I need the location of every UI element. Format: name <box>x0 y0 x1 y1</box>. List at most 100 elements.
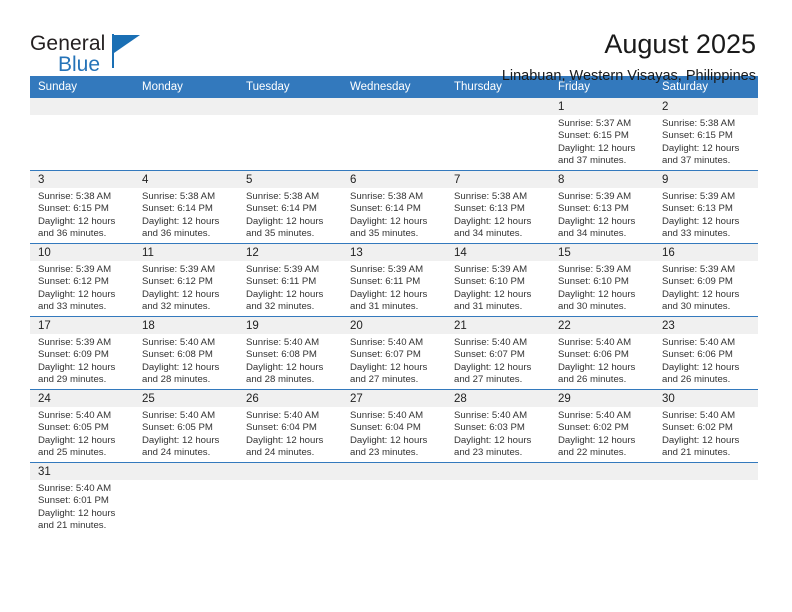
calendar-day-cell[interactable]: 10 Sunrise: 5:39 AM Sunset: 6:12 PM Dayligh… <box>30 243 134 317</box>
calendar-day-cell[interactable]: 16 Sunrise: 5:39 AM Sunset: 6:09 PM Dayligh… <box>654 243 758 317</box>
calendar-day-cell[interactable]: 4 Sunrise: 5:38 AM Sunset: 6:14 PM Daylight… <box>134 170 238 244</box>
day-number-band <box>238 463 342 480</box>
day-details: Sunrise: 5:40 AM Sunset: 6:02 PM Daylight:… <box>654 407 758 459</box>
day-number: 8 <box>550 171 654 188</box>
day-details: Sunrise: 5:38 AM Sunset: 6:15 PM Daylight:… <box>30 188 134 240</box>
calendar-day-cell[interactable]: 12 Sunrise: 5:39 AM Sunset: 6:11 PM Dayligh… <box>238 243 342 317</box>
sunrise-text: Sunrise: 5:39 AM <box>662 264 736 275</box>
sunset-text: Sunset: 6:12 PM <box>38 276 109 288</box>
day-details: Sunrise: 5:40 AM Sunset: 6:04 PM Daylight:… <box>342 407 446 459</box>
calendar-day-cell[interactable]: 6 Sunrise: 5:38 AM Sunset: 6:14 PM Daylight… <box>342 170 446 244</box>
daylight-text-line1: Daylight: 12 hours <box>662 142 740 154</box>
daylight-text-line2: and 34 minutes. <box>454 227 523 239</box>
day-number: 19 <box>238 317 342 334</box>
calendar-day-cell-empty <box>238 98 342 171</box>
sunrise-text: Sunrise: 5:40 AM <box>246 410 320 421</box>
sunrise-text: Sunrise: 5:40 AM <box>454 337 528 348</box>
daylight-text-line2: and 25 minutes. <box>38 446 107 458</box>
day-number-band <box>342 463 446 480</box>
calendar-day-cell[interactable]: 21 Sunrise: 5:40 AM Sunset: 6:07 PM Dayligh… <box>446 316 550 390</box>
day-number: 13 <box>342 244 446 261</box>
calendar-day-cell[interactable]: 19 Sunrise: 5:40 AM Sunset: 6:08 PM Dayligh… <box>238 316 342 390</box>
calendar-day-cell[interactable]: 17 Sunrise: 5:39 AM Sunset: 6:09 PM Dayligh… <box>30 316 134 390</box>
day-details: Sunrise: 5:40 AM Sunset: 6:08 PM Daylight:… <box>238 334 342 386</box>
day-number: 6 <box>342 171 446 188</box>
calendar-day-cell[interactable]: 22 Sunrise: 5:40 AM Sunset: 6:06 PM Dayligh… <box>550 316 654 390</box>
calendar-day-cell[interactable]: 26 Sunrise: 5:40 AM Sunset: 6:04 PM Dayligh… <box>238 389 342 463</box>
brand-name-blue: Blue <box>58 53 101 76</box>
calendar-day-cell[interactable]: 3 Sunrise: 5:38 AM Sunset: 6:15 PM Daylight… <box>30 170 134 244</box>
calendar-day-cell[interactable]: 18 Sunrise: 5:40 AM Sunset: 6:08 PM Dayligh… <box>134 316 238 390</box>
calendar-day-cell[interactable]: 7 Sunrise: 5:38 AM Sunset: 6:13 PM Daylight… <box>446 170 550 244</box>
calendar-day-cell-empty <box>238 462 342 535</box>
flag-triangle-icon <box>114 35 140 53</box>
calendar-day-cell[interactable]: 23 Sunrise: 5:40 AM Sunset: 6:06 PM Dayligh… <box>654 316 758 390</box>
sunset-text: Sunset: 6:04 PM <box>246 422 317 434</box>
day-details: Sunrise: 5:39 AM Sunset: 6:11 PM Daylight:… <box>342 261 446 313</box>
daylight-text-line1: Daylight: 12 hours <box>454 215 532 227</box>
day-number: 2 <box>654 98 758 115</box>
calendar-day-cell[interactable]: 13 Sunrise: 5:39 AM Sunset: 6:11 PM Dayligh… <box>342 243 446 317</box>
daylight-text-line2: and 30 minutes. <box>558 300 627 312</box>
sunset-text: Sunset: 6:15 PM <box>38 203 109 215</box>
day-number-band <box>238 98 342 115</box>
daylight-text-line1: Daylight: 12 hours <box>662 215 740 227</box>
sunrise-text: Sunrise: 5:40 AM <box>38 410 112 421</box>
day-number: 24 <box>30 390 134 407</box>
day-number: 7 <box>446 171 550 188</box>
calendar-day-cell[interactable]: 1 Sunrise: 5:37 AM Sunset: 6:15 PM Daylight… <box>550 98 654 171</box>
day-number-band <box>446 463 550 480</box>
brand-logo[interactable]: General Blue <box>30 28 170 76</box>
calendar-day-cell[interactable]: 24 Sunrise: 5:40 AM Sunset: 6:05 PM Dayligh… <box>30 389 134 463</box>
calendar-day-cell[interactable]: 15 Sunrise: 5:39 AM Sunset: 6:10 PM Dayligh… <box>550 243 654 317</box>
daylight-text-line1: Daylight: 12 hours <box>558 215 636 227</box>
day-details: Sunrise: 5:40 AM Sunset: 6:07 PM Daylight:… <box>342 334 446 386</box>
daylight-text-line1: Daylight: 12 hours <box>142 215 220 227</box>
sunset-text: Sunset: 6:13 PM <box>558 203 629 215</box>
sunset-text: Sunset: 6:02 PM <box>662 422 733 434</box>
calendar-day-cell[interactable]: 9 Sunrise: 5:39 AM Sunset: 6:13 PM Daylight… <box>654 170 758 244</box>
day-number: 31 <box>30 463 134 480</box>
sunset-text: Sunset: 6:02 PM <box>558 422 629 434</box>
calendar-day-cell-empty <box>342 98 446 171</box>
daylight-text-line2: and 31 minutes. <box>350 300 419 312</box>
calendar-day-cell[interactable]: 20 Sunrise: 5:40 AM Sunset: 6:07 PM Dayligh… <box>342 316 446 390</box>
calendar-day-cell[interactable]: 31 Sunrise: 5:40 AM Sunset: 6:01 PM Dayligh… <box>30 462 134 535</box>
day-number: 4 <box>134 171 238 188</box>
calendar-day-cell[interactable]: 14 Sunrise: 5:39 AM Sunset: 6:10 PM Dayligh… <box>446 243 550 317</box>
calendar-day-cell[interactable]: 11 Sunrise: 5:39 AM Sunset: 6:12 PM Dayligh… <box>134 243 238 317</box>
day-details: Sunrise: 5:38 AM Sunset: 6:14 PM Daylight:… <box>238 188 342 240</box>
calendar-week-row: 17 Sunrise: 5:39 AM Sunset: 6:09 PM Dayligh… <box>30 316 758 390</box>
calendar-day-cell[interactable]: 29 Sunrise: 5:40 AM Sunset: 6:02 PM Dayligh… <box>550 389 654 463</box>
sunset-text: Sunset: 6:04 PM <box>350 422 421 434</box>
sunrise-text: Sunrise: 5:40 AM <box>454 410 528 421</box>
day-number: 29 <box>550 390 654 407</box>
day-number-band <box>134 463 238 480</box>
sunrise-text: Sunrise: 5:39 AM <box>142 264 216 275</box>
sunset-text: Sunset: 6:05 PM <box>38 422 109 434</box>
sunrise-text: Sunrise: 5:37 AM <box>558 118 632 129</box>
daylight-text-line1: Daylight: 12 hours <box>454 434 532 446</box>
day-details: Sunrise: 5:39 AM Sunset: 6:09 PM Daylight:… <box>654 261 758 313</box>
daylight-text-line1: Daylight: 12 hours <box>246 288 324 300</box>
calendar-day-cell[interactable]: 8 Sunrise: 5:39 AM Sunset: 6:13 PM Daylight… <box>550 170 654 244</box>
calendar-day-cell[interactable]: 2 Sunrise: 5:38 AM Sunset: 6:15 PM Daylight… <box>654 98 758 171</box>
page-subtitle: Linabuan, Western Visayas, Philippines <box>501 68 756 84</box>
daylight-text-line2: and 23 minutes. <box>454 446 523 458</box>
calendar-day-cell[interactable]: 5 Sunrise: 5:38 AM Sunset: 6:14 PM Daylight… <box>238 170 342 244</box>
daylight-text-line2: and 26 minutes. <box>662 373 731 385</box>
sunset-text: Sunset: 6:07 PM <box>454 349 525 361</box>
calendar-week-row: 10 Sunrise: 5:39 AM Sunset: 6:12 PM Dayligh… <box>30 243 758 317</box>
calendar-day-cell[interactable]: 28 Sunrise: 5:40 AM Sunset: 6:03 PM Dayligh… <box>446 389 550 463</box>
calendar-day-cell[interactable]: 25 Sunrise: 5:40 AM Sunset: 6:05 PM Dayligh… <box>134 389 238 463</box>
day-details: Sunrise: 5:38 AM Sunset: 6:15 PM Daylight:… <box>654 115 758 167</box>
daylight-text-line1: Daylight: 12 hours <box>142 361 220 373</box>
calendar-day-cell[interactable]: 30 Sunrise: 5:40 AM Sunset: 6:02 PM Dayligh… <box>654 389 758 463</box>
day-number: 20 <box>342 317 446 334</box>
daylight-text-line1: Daylight: 12 hours <box>454 361 532 373</box>
daylight-text-line1: Daylight: 12 hours <box>246 215 324 227</box>
sunrise-text: Sunrise: 5:39 AM <box>38 264 112 275</box>
daylight-text-line2: and 33 minutes. <box>662 227 731 239</box>
calendar-day-cell[interactable]: 27 Sunrise: 5:40 AM Sunset: 6:04 PM Dayligh… <box>342 389 446 463</box>
daylight-text-line2: and 32 minutes. <box>142 300 211 312</box>
